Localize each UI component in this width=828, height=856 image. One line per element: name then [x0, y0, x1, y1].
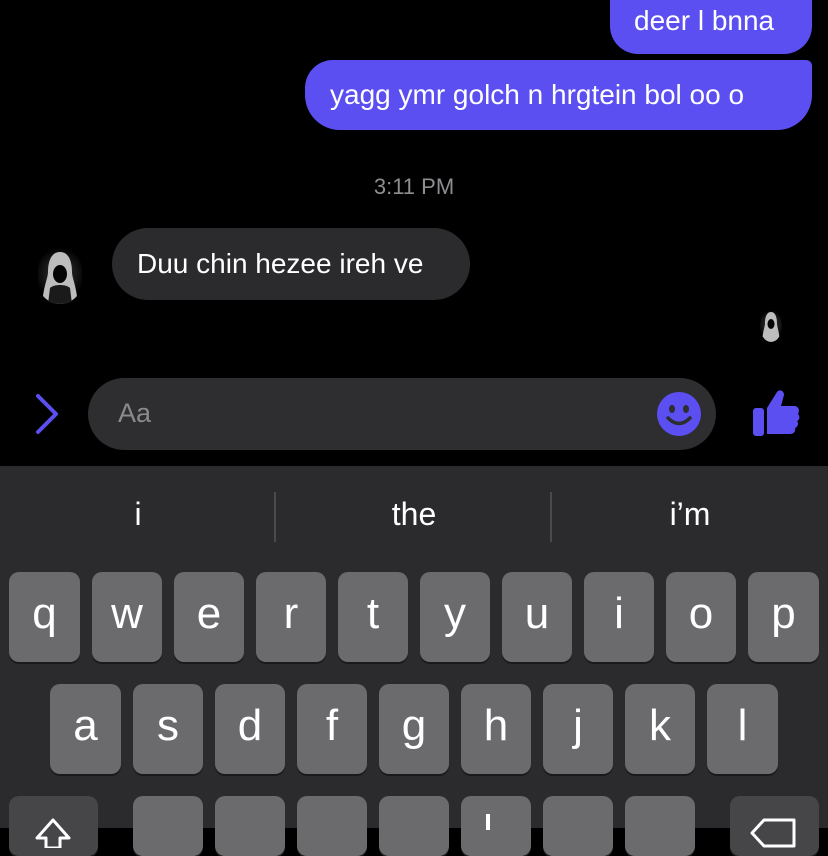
message-timestamp: 3:11 PM — [373, 174, 455, 199]
key-n[interactable] — [543, 796, 613, 856]
key-m[interactable] — [625, 796, 695, 856]
key-q[interactable]: q — [9, 572, 80, 662]
key-d[interactable]: d — [215, 684, 285, 774]
key-p[interactable]: p — [748, 572, 819, 662]
key-k[interactable]: k — [625, 684, 695, 774]
message-text: deer l bnna — [634, 5, 775, 36]
read-receipt-avatar — [760, 310, 782, 342]
key-r[interactable]: r — [256, 572, 326, 662]
suggestion-1[interactable]: i — [0, 496, 276, 533]
chevron-right-icon[interactable] — [30, 392, 64, 436]
key-i[interactable]: i — [584, 572, 654, 662]
backspace-key[interactable] — [730, 796, 819, 856]
key-u[interactable]: u — [502, 572, 572, 662]
message-input-placeholder: Aa — [118, 398, 152, 428]
key-g[interactable]: g — [379, 684, 449, 774]
key-w[interactable]: w — [92, 572, 162, 662]
key-x[interactable] — [215, 796, 285, 856]
suggestion-3[interactable]: i’m — [552, 496, 828, 533]
contact-avatar[interactable] — [38, 248, 82, 304]
key-v[interactable] — [379, 796, 449, 856]
suggestion-2[interactable]: the — [276, 496, 552, 533]
key-a[interactable]: a — [50, 684, 121, 774]
key-t[interactable]: t — [338, 572, 408, 662]
message-text: Duu chin hezee ireh ve — [137, 248, 424, 279]
shift-arrow-icon — [35, 818, 71, 848]
incoming-message-bubble[interactable]: Duu chin hezee ireh ve — [112, 228, 470, 300]
key-c[interactable] — [297, 796, 367, 856]
key-z[interactable] — [133, 796, 203, 856]
message-text: yagg ymr golch n hrgtein bol oo o — [330, 79, 745, 110]
key-l[interactable]: l — [707, 684, 778, 774]
outgoing-message-bubble[interactable]: deer l bnna — [610, 0, 812, 54]
key-j[interactable]: j — [543, 684, 613, 774]
thumbs-up-icon[interactable] — [750, 386, 802, 438]
key-b[interactable] — [461, 796, 531, 856]
backspace-icon — [750, 818, 796, 848]
key-e[interactable]: e — [174, 572, 244, 662]
key-y[interactable]: y — [420, 572, 490, 662]
shift-key[interactable] — [9, 796, 98, 856]
key-o[interactable]: o — [666, 572, 736, 662]
key-h[interactable]: h — [461, 684, 531, 774]
message-input[interactable]: Aa — [88, 378, 716, 450]
key-s[interactable]: s — [133, 684, 203, 774]
smiley-icon[interactable] — [656, 391, 702, 437]
key-f[interactable]: f — [297, 684, 367, 774]
outgoing-message-bubble[interactable]: yagg ymr golch n hrgtein bol oo o — [305, 60, 812, 130]
